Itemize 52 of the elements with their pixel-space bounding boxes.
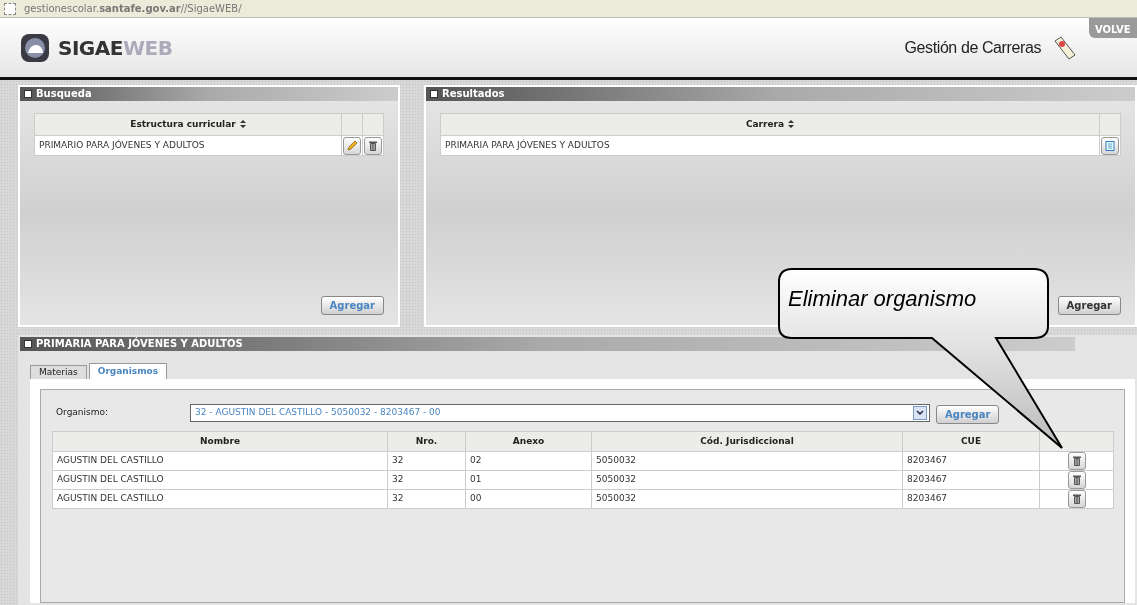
tab[interactable]: Organismos	[88, 363, 168, 379]
pencil-icon	[345, 138, 359, 153]
column-header[interactable]: CUE	[902, 431, 1040, 452]
table-cell: 8203467	[902, 489, 1040, 509]
table-cell: 5050032	[591, 489, 903, 509]
table-cell: 8203467	[902, 451, 1040, 471]
panel-title: Busqueda	[36, 89, 92, 99]
url-text[interactable]: gestionescolar.santafe.gov.ar//SigaeWEB/	[24, 1, 242, 16]
sort-icon[interactable]	[239, 120, 246, 129]
callout-text: Eliminar organismo	[788, 288, 977, 310]
delete-button[interactable]	[1067, 452, 1086, 470]
delete-button[interactable]	[364, 136, 382, 155]
sort-icon[interactable]	[788, 120, 795, 129]
table-cell: 8203467	[902, 470, 1040, 490]
table-cell: AGUSTIN DEL CASTILLO	[52, 470, 388, 490]
column-header[interactable]: Nro.	[387, 431, 466, 452]
collapse-icon[interactable]	[430, 90, 438, 98]
table-cell: 5050032	[591, 470, 903, 490]
add-button[interactable]: Agregar	[1057, 296, 1121, 315]
tab[interactable]: Materias	[30, 365, 87, 379]
edit-button[interactable]	[343, 136, 361, 155]
column-header[interactable]: Anexo	[465, 431, 592, 452]
panel-title: PRIMARIA PARA JÓVENES Y ADULTOS	[36, 339, 243, 349]
column-header[interactable]: Estructura curricular	[34, 113, 342, 136]
table-cell: 32	[387, 451, 466, 471]
delete-button[interactable]	[1067, 490, 1086, 508]
table-cell: 01	[465, 470, 592, 490]
logo-icon	[20, 32, 50, 63]
page-icon	[4, 2, 16, 15]
table-cell: 32	[387, 470, 466, 490]
table-cell: AGUSTIN DEL CASTILLO	[52, 451, 388, 471]
view-button[interactable]	[1101, 136, 1119, 155]
document-icon	[1103, 138, 1117, 153]
organismo-label: Organismo:	[55, 406, 110, 420]
dropdown-icon[interactable]	[913, 406, 927, 420]
delete-button[interactable]	[1067, 471, 1086, 489]
table-cell: PRIMARIA PARA JÓVENES Y ADULTOS	[440, 135, 1100, 156]
page-title: Gestión de Carreras	[904, 37, 1041, 58]
collapse-icon[interactable]	[24, 90, 32, 98]
panel-title: Resultados	[442, 89, 505, 99]
table-cell: 00	[465, 489, 592, 509]
table-cell: AGUSTIN DEL CASTILLO	[52, 489, 388, 509]
table-cell: 02	[465, 451, 592, 471]
column-header[interactable]: Nombre	[52, 431, 388, 452]
column-header[interactable]: Carrera	[440, 113, 1100, 136]
organismo-select[interactable]: 32 - AGUSTIN DEL CASTILLO - 5050032 - 8203467 - 00	[190, 404, 930, 422]
table-cell: 32	[387, 489, 466, 509]
logo-text: SIGAEWEB	[58, 37, 173, 58]
table-cell: 5050032	[591, 451, 903, 471]
column-header[interactable]: Cód. Jurisdiccional	[591, 431, 903, 452]
collapse-icon[interactable]	[24, 340, 32, 348]
table-cell: PRIMARIO PARA JÓVENES Y ADULTOS	[34, 135, 342, 156]
